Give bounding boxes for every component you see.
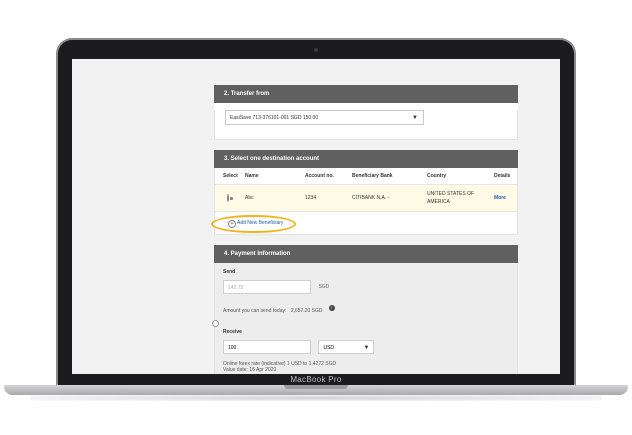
- table-header-row: Select Name Account no. Beneficiary Bank…: [215, 168, 517, 185]
- payment-body: Send 142.72 SGD Amount you can send toda…: [212, 263, 518, 374]
- column-details: Details: [494, 173, 511, 179]
- value-date-text: Value date: 16 Apr 2020: [223, 367, 277, 373]
- add-new-beneficiary-link[interactable]: Add New Beneficiary: [237, 220, 283, 227]
- receive-amount-input[interactable]: 100: [223, 339, 311, 354]
- column-name: Name: [245, 173, 259, 179]
- from-account-select[interactable]: EasiSave 713-376101-001 SGD 150.00 ▼: [225, 110, 424, 125]
- receive-currency-value: USD: [323, 344, 335, 351]
- laptop-shadow: [30, 395, 602, 401]
- transfer-form: 2. Transfer from EasiSave 713-376101-001…: [211, 85, 518, 374]
- toggle-radio[interactable]: [212, 320, 219, 327]
- send-limit-amount[interactable]: 2,657.20 SGD: [291, 308, 323, 314]
- column-account-no: Account no.: [305, 173, 334, 179]
- section-gap: [214, 140, 518, 150]
- section-gap: [214, 235, 518, 245]
- radio-selected-dot: [229, 196, 233, 200]
- beneficiary-account-no: 1234: [305, 195, 317, 201]
- destination-body: Select Name Account no. Beneficiary Bank…: [211, 168, 518, 235]
- plus-icon[interactable]: +: [228, 220, 236, 228]
- receive-label: Receive: [223, 329, 242, 335]
- payment-header: 4. Payment Information: [214, 245, 518, 263]
- receive-currency-select[interactable]: USD ▼: [318, 339, 375, 354]
- table-row[interactable]: Abc 1234 CITIBANK N.A. - UNITED STATES O…: [215, 185, 517, 211]
- transfer-from-body: EasiSave 713-376101-001 SGD 150.00 ▼: [214, 110, 518, 140]
- beneficiary-name: Abc: [245, 195, 254, 201]
- info-icon[interactable]: i: [328, 304, 335, 311]
- camera-icon: [314, 48, 318, 52]
- column-select: Select: [223, 173, 238, 179]
- column-country: Country: [427, 173, 447, 179]
- transfer-from-header: 2. Transfer from: [214, 85, 518, 103]
- column-beneficiary-bank: Beneficiary Bank: [352, 173, 393, 179]
- beneficiary-country: UNITED STATES OF AMERICA: [427, 191, 475, 205]
- add-beneficiary-row: + Add New Beneficiary: [211, 211, 517, 234]
- dropdown-caret-icon: ▼: [412, 115, 418, 121]
- more-details-link[interactable]: More: [494, 195, 514, 201]
- select-cell: [215, 194, 245, 202]
- send-limit-text: Amount you can send today:: [223, 308, 287, 314]
- dropdown-caret-icon: ▼: [363, 344, 370, 351]
- destination-header: 3. Select one destination account: [214, 150, 518, 168]
- send-amount-input[interactable]: 142.72: [223, 279, 311, 294]
- from-account-value: EasiSave 713-376101-001 SGD 150.00: [230, 115, 319, 121]
- send-currency: SGD: [318, 283, 330, 290]
- beneficiary-radio[interactable]: [227, 194, 233, 202]
- laptop-screen: 2. Transfer from EasiSave 713-376101-001…: [72, 59, 560, 374]
- beneficiary-bank: CITIBANK N.A. -: [352, 195, 390, 201]
- send-label: Send: [223, 269, 236, 275]
- laptop-base-notch: [284, 385, 348, 389]
